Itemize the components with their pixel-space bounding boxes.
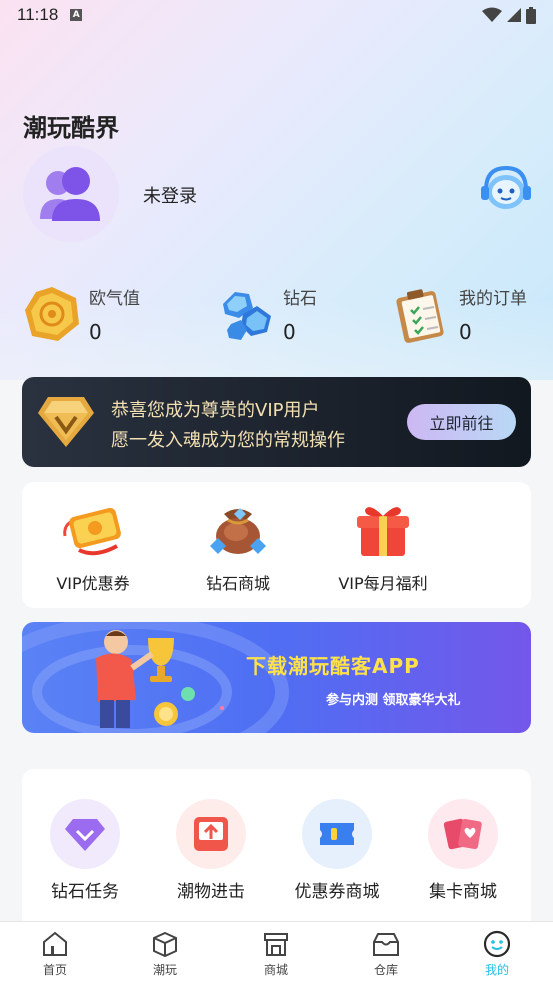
stat-orders-label: 我的订单 <box>459 289 527 309</box>
stat-orders[interactable]: 我的订单 0 <box>394 282 544 346</box>
service-diamond-task-label: 钻石任务 <box>51 882 119 902</box>
luck-coin-icon <box>25 287 79 341</box>
service-card-mall-circle <box>428 799 498 869</box>
profile-face-icon <box>483 930 511 958</box>
perk-vip-monthly-label: VIP每月福利 <box>338 574 428 593</box>
tab-home-label: 首页 <box>42 963 67 977</box>
download-subtitle: 参与内测 领取豪华大礼 <box>326 693 461 708</box>
app-title: 潮玩酷界 <box>23 114 119 142</box>
service-diamond-task-circle <box>50 799 120 869</box>
perk-vip-coupon-label: VIP优惠券 <box>56 574 130 593</box>
tab-mine-label: 我的 <box>484 963 509 977</box>
battery-icon <box>526 6 536 24</box>
download-app-banner[interactable]: 下载潮玩酷客APP 参与内测 领取豪华大礼 <box>22 622 531 733</box>
diamond-icon <box>223 292 271 340</box>
status-right <box>482 6 536 24</box>
tab-mine[interactable]: 我的 <box>442 922 552 983</box>
tab-mall[interactable]: 商城 <box>221 922 331 983</box>
stats-row: 欧气值 0 钻石 0 我的订单 0 <box>0 282 553 346</box>
login-status[interactable]: 未登录 <box>143 182 197 208</box>
stat-diamond-value: 0 <box>283 320 296 344</box>
stat-diamond-label: 钻石 <box>283 289 317 309</box>
cube-icon <box>153 931 177 958</box>
clipboard-icon <box>396 289 444 343</box>
perk-diamond-mall-label: 钻石商城 <box>205 574 270 593</box>
cards-icon <box>443 818 482 850</box>
service-coupon-mall[interactable]: 优惠券商城 <box>274 769 400 909</box>
bottom-tab-bar: 首页 潮玩 商城 仓库 我的 <box>0 921 553 983</box>
gift-box-icon <box>357 507 409 556</box>
home-icon <box>43 931 67 956</box>
perk-vip-monthly[interactable]: VIP每月福利 <box>313 482 453 608</box>
vip-diamond-icon <box>38 397 94 447</box>
tab-warehouse[interactable]: 仓库 <box>331 922 441 983</box>
store-icon <box>264 933 288 956</box>
vip-line1: 恭喜您成为尊贵的VIP用户 <box>111 400 320 421</box>
service-coupon-mall-circle <box>302 799 372 869</box>
stat-luck-label: 欧气值 <box>89 289 140 309</box>
tab-play-label: 潮玩 <box>152 963 177 977</box>
service-coupon-mall-label: 优惠券商城 <box>294 882 380 902</box>
coupon-icon <box>320 823 354 845</box>
perk-vip-coupon[interactable]: VIP优惠券 <box>23 482 163 608</box>
stat-luck-value: 0 <box>89 320 102 344</box>
perk-diamond-mall[interactable]: 钻石商城 <box>168 482 308 608</box>
tab-warehouse-label: 仓库 <box>373 963 398 977</box>
service-trend-attack-circle <box>176 799 246 869</box>
stat-diamond[interactable]: 钻石 0 <box>215 282 375 346</box>
service-card-mall[interactable]: 集卡商城 <box>400 769 526 909</box>
signal-icon <box>507 8 521 22</box>
diamond-task-icon <box>65 819 105 851</box>
status-time: 11:18 <box>17 5 59 24</box>
user-group-icon <box>40 167 100 221</box>
stat-orders-value: 0 <box>459 320 472 344</box>
perks-card: VIP优惠券 钻石商城 VIP每月福利 <box>22 482 531 608</box>
trophy-person-illustration <box>96 630 195 728</box>
stat-luck[interactable]: 欧气值 0 <box>22 282 182 346</box>
vip-ticket-icon <box>63 507 121 556</box>
service-diamond-task[interactable]: 钻石任务 <box>22 769 148 909</box>
tab-play[interactable]: 潮玩 <box>110 922 220 983</box>
service-trend-attack[interactable]: 潮物进击 <box>148 769 274 909</box>
vip-go-button[interactable]: 立即前往 <box>407 404 516 440</box>
upload-box-icon <box>194 817 228 851</box>
status-bar: 11:18 A <box>0 0 553 30</box>
service-card-mall-label: 集卡商城 <box>429 882 497 902</box>
wifi-icon <box>482 7 502 22</box>
services-card: 钻石任务 潮物进击 优惠券商城 集卡商城 <box>22 769 531 929</box>
warehouse-icon <box>373 933 399 956</box>
avatar[interactable] <box>23 146 119 242</box>
vip-banner[interactable]: 恭喜您成为尊贵的VIP用户 愿一发入魂成为您的常规操作 立即前往 <box>22 377 531 467</box>
tab-mall-label: 商城 <box>263 963 288 977</box>
customer-service-icon[interactable] <box>480 164 532 214</box>
service-trend-attack-label: 潮物进击 <box>177 882 245 902</box>
tab-home[interactable]: 首页 <box>0 922 110 983</box>
download-title: 下载潮玩酷客APP <box>246 654 420 678</box>
diamond-bag-icon <box>210 508 266 554</box>
vip-line2: 愿一发入魂成为您的常规操作 <box>111 430 345 451</box>
notification-icon: A <box>70 9 83 21</box>
